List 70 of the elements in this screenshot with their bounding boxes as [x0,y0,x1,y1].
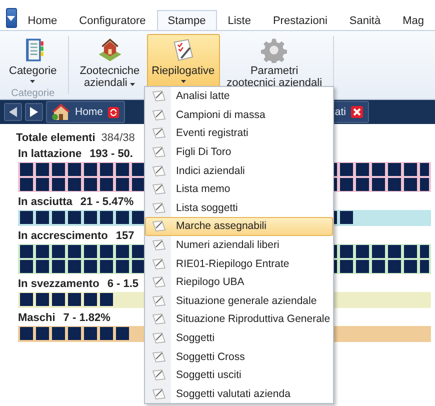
group-title: In lattazione [18,148,82,160]
document-icon [152,202,166,214]
menu-item[interactable]: RIE01-Riepilogo Entrate [145,254,333,273]
group-title: In svezzamento [18,278,100,290]
menu-item[interactable]: Situazione generale aziendale [145,292,333,310]
document-icon [152,164,166,177]
ribbon-tab[interactable]: Prestazioni [262,10,338,30]
group-count: 157 [116,230,134,242]
document-icon [152,294,166,307]
menu-item[interactable]: Riepilogo UBA [145,272,333,292]
document-icon [152,239,166,252]
document-icon [152,90,166,102]
caret-icon [7,16,16,20]
total-label: Totale elementi [16,132,96,144]
barn-icon [96,37,123,63]
document-icon [152,146,166,158]
menu-item[interactable]: Soggetti valutati azienda [145,384,333,404]
group-count: 21 - 5.47% [80,196,134,208]
menu-item[interactable]: Campioni di massa [145,106,333,124]
group-count: 193 - 50. [90,148,133,160]
document-icon [152,108,166,121]
menu-item[interactable]: Indici aziendali [145,161,333,180]
forward-button[interactable] [25,103,43,121]
document-icon [152,313,166,326]
document-icon [152,258,166,270]
ribbon-tab[interactable]: Sanità [338,10,392,30]
back-button[interactable] [4,103,22,121]
group-title: Maschi [18,312,56,324]
group-title: In asciutta [18,196,72,208]
menu-item[interactable]: Lista memo [145,180,333,199]
menu-item[interactable]: Lista soggetti [145,198,333,218]
document-icon [152,332,166,344]
menu-item[interactable]: Numeri aziendali liberi [145,236,333,254]
group-label: Categorie [11,88,55,99]
tab-label: Home [75,106,104,118]
ribbon-tab[interactable]: Configuratore [68,10,157,30]
ribbon-tab[interactable]: Mag [392,10,435,30]
document-icon [152,350,166,363]
close-icon[interactable] [351,106,363,118]
document-icon [152,388,166,400]
document-tab[interactable]: Home [46,101,126,123]
forward-arrow-icon [30,107,38,117]
document-icon [152,369,166,382]
group-title: In accrescimento [18,230,108,242]
back-arrow-icon [9,107,17,117]
application-menu-button[interactable] [6,8,17,28]
document-icon [152,183,166,196]
menu-item[interactable]: Soggetti [145,328,333,348]
menu-item[interactable]: Marche assegnabili [145,217,333,236]
menu-item[interactable]: Situazione Riproduttiva Generale [145,310,333,329]
document-icon [152,276,166,288]
menu-item[interactable]: Eventi registrati [145,124,333,143]
ribbon-button[interactable]: Categorie [4,34,62,88]
house-icon [52,104,70,120]
document-icon [152,127,166,140]
ribbon-tab[interactable]: Stampe [156,10,217,30]
ribbon-tab[interactable]: Home [16,10,68,30]
menu-item[interactable]: Soggetti usciti [145,366,333,384]
ribbon-button[interactable]: Parametri zootecnici aziendali [222,34,328,88]
document-icon [152,220,166,232]
gear-icon [261,37,288,63]
group-count: 7 - 1.82% [63,312,110,324]
menu-item[interactable]: Soggetti Cross [145,347,333,366]
menu-item[interactable]: Figli Di Toro [145,142,333,162]
ribbon-button[interactable]: Zootecniche aziendali [74,34,145,88]
tab-label: ati [334,106,346,118]
ribbon-tab[interactable]: Liste [216,10,262,30]
refresh-icon[interactable] [108,106,120,118]
group-count: 6 - 1.5 [107,278,138,290]
total-value: 384/38 [101,132,135,144]
